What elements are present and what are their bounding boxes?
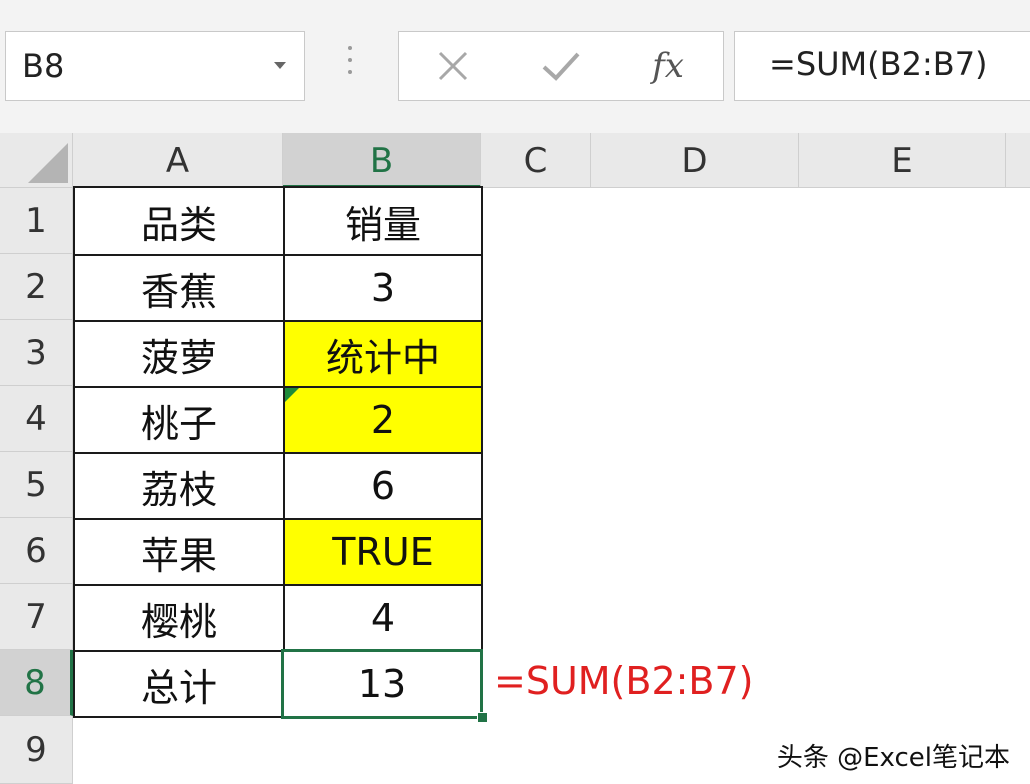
- cell-b2[interactable]: 3: [283, 254, 483, 322]
- column-header-e[interactable]: E: [799, 133, 1006, 188]
- row-header-9[interactable]: 9: [0, 716, 73, 784]
- row-header-5[interactable]: 5: [0, 452, 73, 518]
- drag-handle-icon[interactable]: [345, 46, 355, 86]
- spreadsheet-grid: A B C D E 1 2 3 4 5 6 7 8 9 品类 销量 香蕉 3 菠…: [0, 133, 1030, 784]
- cell-a3[interactable]: 菠萝: [73, 320, 285, 388]
- row-header-4[interactable]: 4: [0, 386, 73, 452]
- cell-a8[interactable]: 总计: [73, 650, 285, 718]
- column-header-d[interactable]: D: [591, 133, 799, 188]
- column-header-b[interactable]: B: [283, 133, 481, 188]
- watermark: 头条 @Excel笔记本: [776, 743, 1010, 773]
- row-header-2[interactable]: 2: [0, 254, 73, 320]
- cell-b1[interactable]: 销量: [283, 186, 483, 256]
- cell-b5[interactable]: 6: [283, 452, 483, 520]
- formula-bar-area: B8 fx =SUM(B2:B7): [0, 0, 1030, 134]
- name-box[interactable]: B8: [5, 31, 305, 101]
- insert-function-icon[interactable]: fx: [645, 32, 691, 100]
- cell-b4[interactable]: 2: [283, 386, 483, 454]
- formula-annotation: =SUM(B2:B7): [494, 659, 754, 703]
- cell-a5[interactable]: 荔枝: [73, 452, 285, 520]
- cancel-icon[interactable]: [433, 32, 473, 100]
- row-header-8[interactable]: 8: [0, 650, 73, 716]
- cell-b7[interactable]: 4: [283, 584, 483, 652]
- cell-b8[interactable]: 13: [281, 649, 483, 719]
- fill-handle[interactable]: [477, 712, 488, 723]
- row-header-6[interactable]: 6: [0, 518, 73, 584]
- cell-a1[interactable]: 品类: [73, 186, 285, 256]
- chevron-down-icon[interactable]: [274, 62, 286, 69]
- column-header-next[interactable]: [1006, 133, 1030, 188]
- formula-buttons: fx: [398, 31, 724, 101]
- column-header-c[interactable]: C: [481, 133, 591, 188]
- select-all-button[interactable]: [0, 133, 73, 188]
- row-header-1[interactable]: 1: [0, 188, 73, 254]
- formula-text: =SUM(B2:B7): [769, 45, 988, 83]
- row-header-7[interactable]: 7: [0, 584, 73, 650]
- row-header-3[interactable]: 3: [0, 320, 73, 386]
- cell-a7[interactable]: 樱桃: [73, 584, 285, 652]
- cell-a2[interactable]: 香蕉: [73, 254, 285, 322]
- column-header-a[interactable]: A: [73, 133, 283, 188]
- cell-a6[interactable]: 苹果: [73, 518, 285, 586]
- cell-b3[interactable]: 统计中: [283, 320, 483, 388]
- error-indicator-icon[interactable]: [285, 388, 299, 402]
- cell-b6[interactable]: TRUE: [283, 518, 483, 586]
- checkmark-icon[interactable]: [539, 32, 583, 100]
- name-box-value: B8: [22, 47, 65, 85]
- formula-input[interactable]: =SUM(B2:B7): [734, 31, 1030, 101]
- cell-a4[interactable]: 桃子: [73, 386, 285, 454]
- cell-b4-value: 2: [370, 398, 396, 442]
